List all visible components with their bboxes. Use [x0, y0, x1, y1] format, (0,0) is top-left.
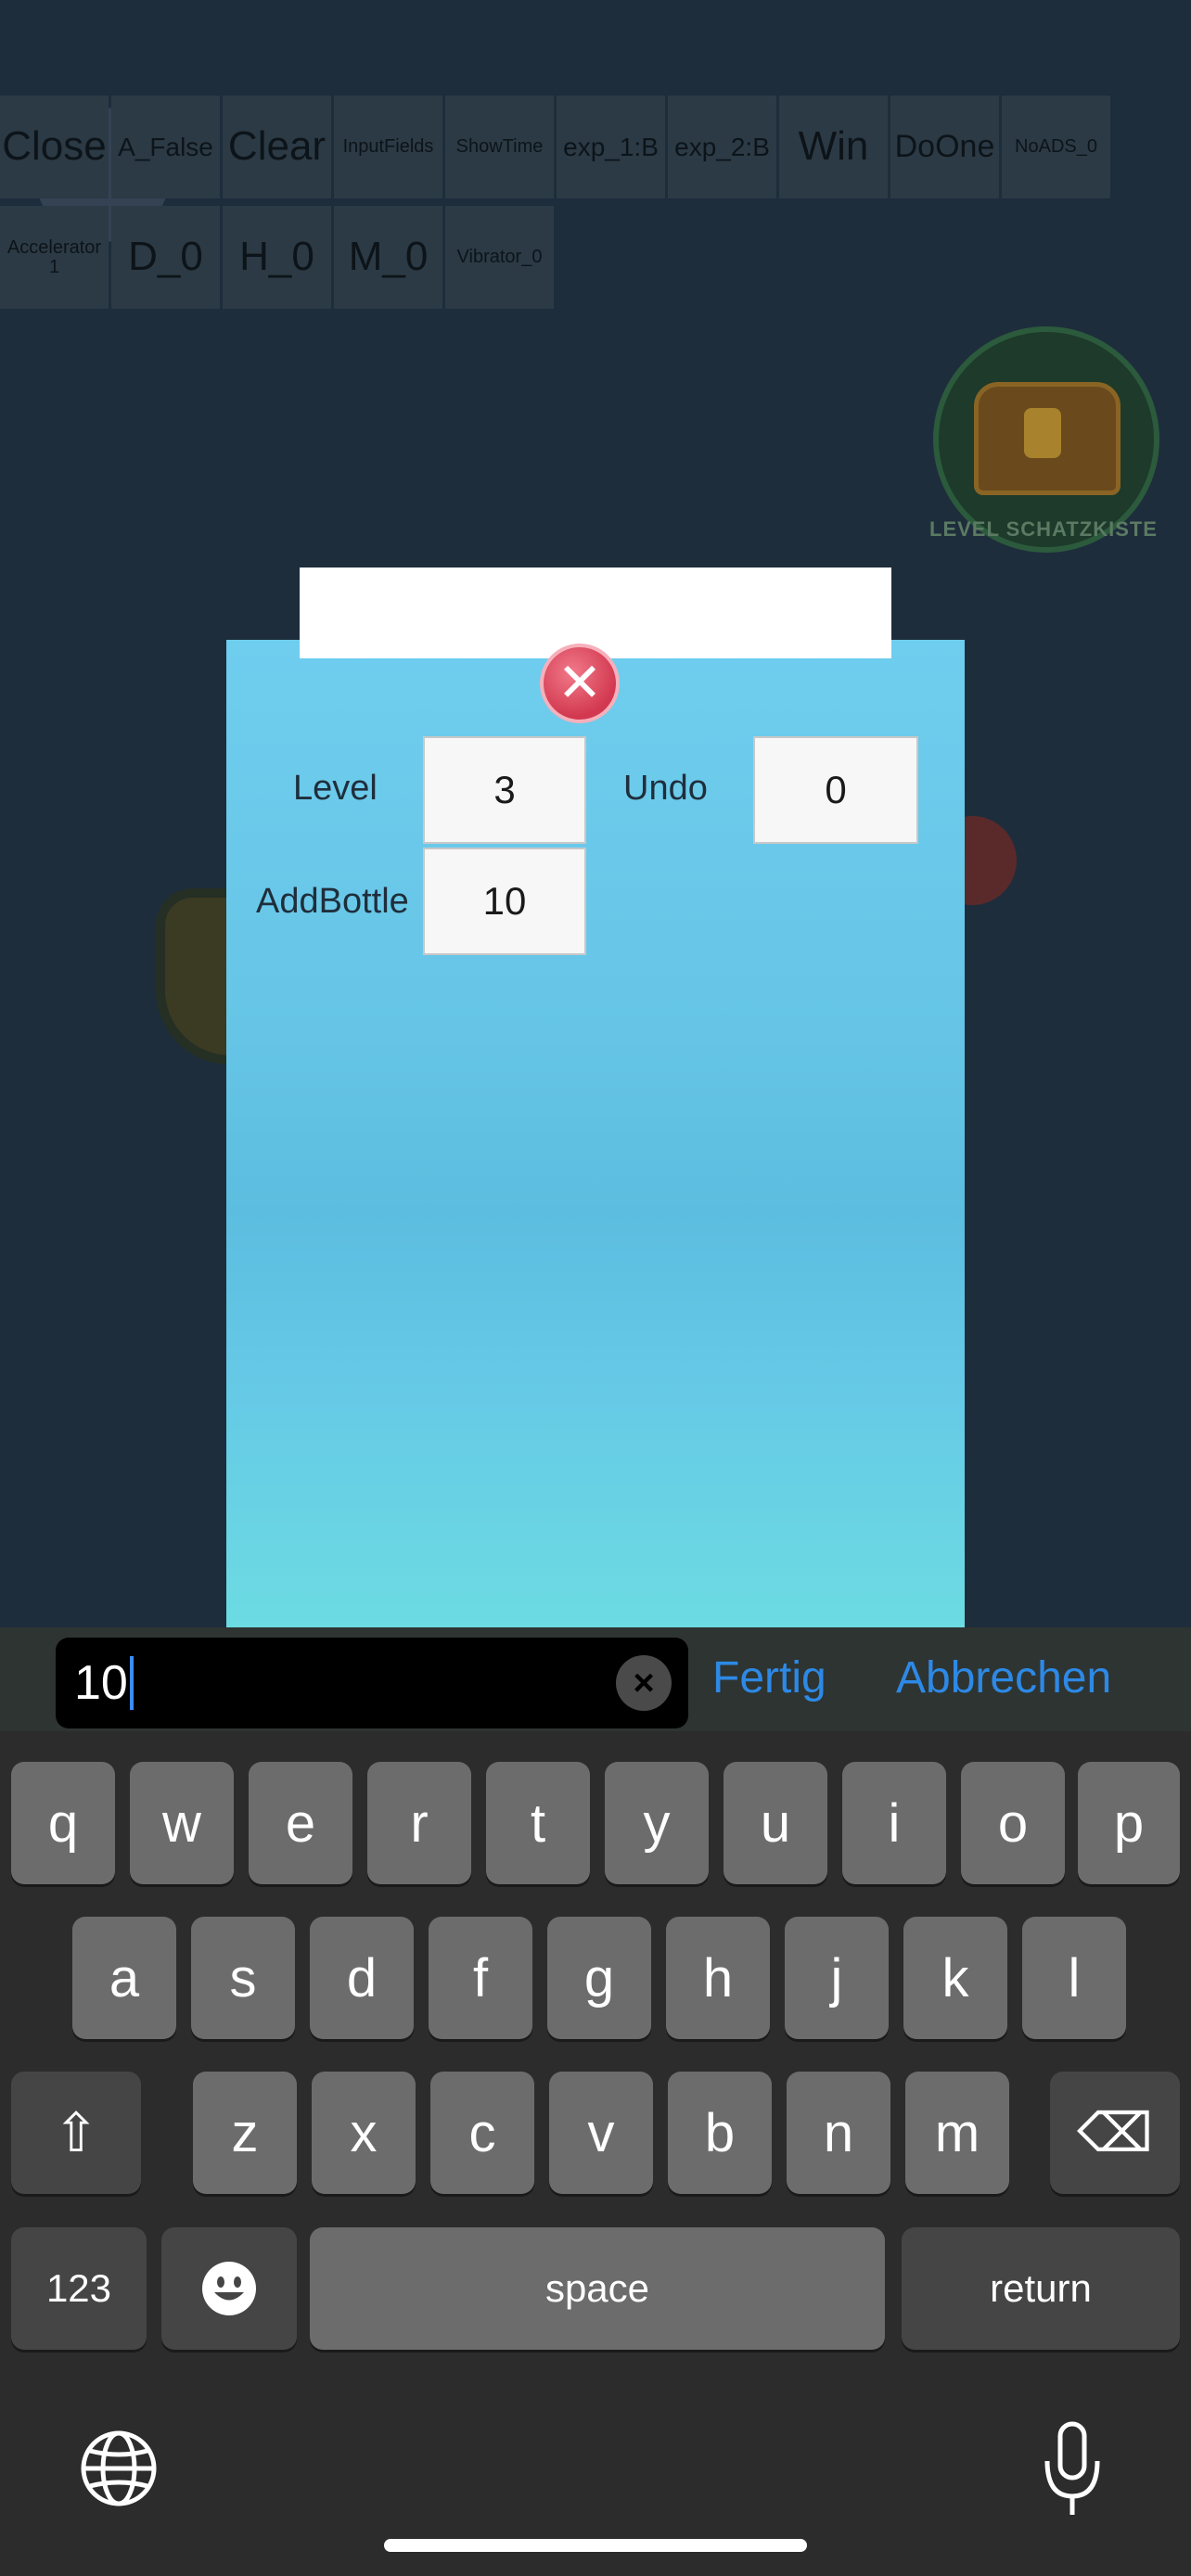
debug-h-button[interactable]: H_0	[223, 206, 331, 309]
key-n[interactable]: n	[787, 2072, 890, 2194]
chest-label: LEVEL SCHATZKISTE	[929, 517, 1158, 541]
debug-inputfields-button[interactable]: InputFields	[334, 96, 442, 198]
debug-accelerator-button[interactable]: Accelerator 1	[0, 206, 109, 309]
return-key[interactable]: return	[902, 2227, 1180, 2350]
text-caret	[129, 1656, 134, 1710]
microphone-icon[interactable]	[1028, 2417, 1117, 2522]
key-y[interactable]: y	[605, 1762, 709, 1884]
key-v[interactable]: v	[549, 2072, 653, 2194]
key-d[interactable]: d	[310, 1917, 414, 2039]
space-key[interactable]: space	[310, 2227, 885, 2350]
key-t[interactable]: t	[486, 1762, 590, 1884]
addbottle-input[interactable]: 10	[423, 848, 586, 955]
debug-exp1-button[interactable]: exp_1:B	[557, 96, 665, 198]
debug-clear-button[interactable]: Clear	[223, 96, 331, 198]
panel-header-bar	[300, 567, 891, 658]
debug-noads-button[interactable]: NoADS_0	[1002, 96, 1110, 198]
backspace-icon: ⌫	[1076, 2103, 1153, 2163]
key-j[interactable]: j	[785, 1917, 889, 2039]
undo-input[interactable]: 0	[753, 736, 918, 844]
home-indicator[interactable]	[384, 2539, 807, 2552]
debug-win-button[interactable]: Win	[779, 96, 888, 198]
shift-key[interactable]: ⇧	[11, 2072, 141, 2194]
clear-text-icon[interactable]: ×	[616, 1655, 672, 1711]
key-w[interactable]: w	[130, 1762, 234, 1884]
key-h[interactable]: h	[666, 1917, 770, 2039]
debug-close-button[interactable]: Close	[0, 96, 109, 198]
cancel-button[interactable]: Abbrechen	[896, 1652, 1111, 1703]
key-o[interactable]: o	[961, 1762, 1065, 1884]
key-a[interactable]: a	[72, 1917, 176, 2039]
globe-icon[interactable]	[72, 2422, 165, 2515]
debug-menu-row-2: Accelerator 1 D_0 H_0 M_0 Vibrator_0	[0, 206, 557, 309]
undo-label: Undo	[623, 769, 708, 808]
debug-m-button[interactable]: M_0	[334, 206, 442, 309]
key-e[interactable]: e	[249, 1762, 352, 1884]
emoji-key[interactable]	[161, 2227, 297, 2350]
backspace-key[interactable]: ⌫	[1050, 2072, 1180, 2194]
key-q[interactable]: q	[11, 1762, 115, 1884]
numbers-key[interactable]: 123	[11, 2227, 147, 2350]
close-x-icon[interactable]: ✕	[540, 644, 620, 723]
level-input[interactable]: 3	[423, 736, 586, 844]
key-g[interactable]: g	[547, 1917, 651, 2039]
key-x[interactable]: x	[312, 2072, 416, 2194]
debug-menu-row-1: Close A_False Clear InputFields ShowTime…	[0, 96, 1113, 198]
key-i[interactable]: i	[842, 1762, 946, 1884]
done-button[interactable]: Fertig	[712, 1652, 826, 1703]
text-input-field[interactable]: 10	[56, 1638, 688, 1728]
text-input-value: 10	[74, 1656, 128, 1710]
debug-doone-button[interactable]: DoOne	[890, 96, 999, 198]
debug-a-false-button[interactable]: A_False	[111, 96, 220, 198]
key-p[interactable]: p	[1078, 1762, 1180, 1884]
debug-vibrator-button[interactable]: Vibrator_0	[445, 206, 554, 309]
key-f[interactable]: f	[429, 1917, 532, 2039]
debug-exp2-button[interactable]: exp_2:B	[668, 96, 776, 198]
shift-icon: ⇧	[53, 2103, 99, 2163]
debug-showtime-button[interactable]: ShowTime	[445, 96, 554, 198]
key-z[interactable]: z	[193, 2072, 297, 2194]
addbottle-label: AddBottle	[256, 882, 409, 921]
key-m[interactable]: m	[905, 2072, 1009, 2194]
level-label: Level	[293, 769, 378, 808]
key-c[interactable]: c	[430, 2072, 534, 2194]
key-b[interactable]: b	[668, 2072, 772, 2194]
debug-d-button[interactable]: D_0	[111, 206, 220, 309]
key-k[interactable]: k	[903, 1917, 1007, 2039]
key-l[interactable]: l	[1022, 1917, 1126, 2039]
chest-lock-icon	[1024, 408, 1061, 458]
key-r[interactable]: r	[367, 1762, 471, 1884]
emoji-icon	[202, 2262, 256, 2315]
key-u[interactable]: u	[724, 1762, 827, 1884]
key-s[interactable]: s	[191, 1917, 295, 2039]
